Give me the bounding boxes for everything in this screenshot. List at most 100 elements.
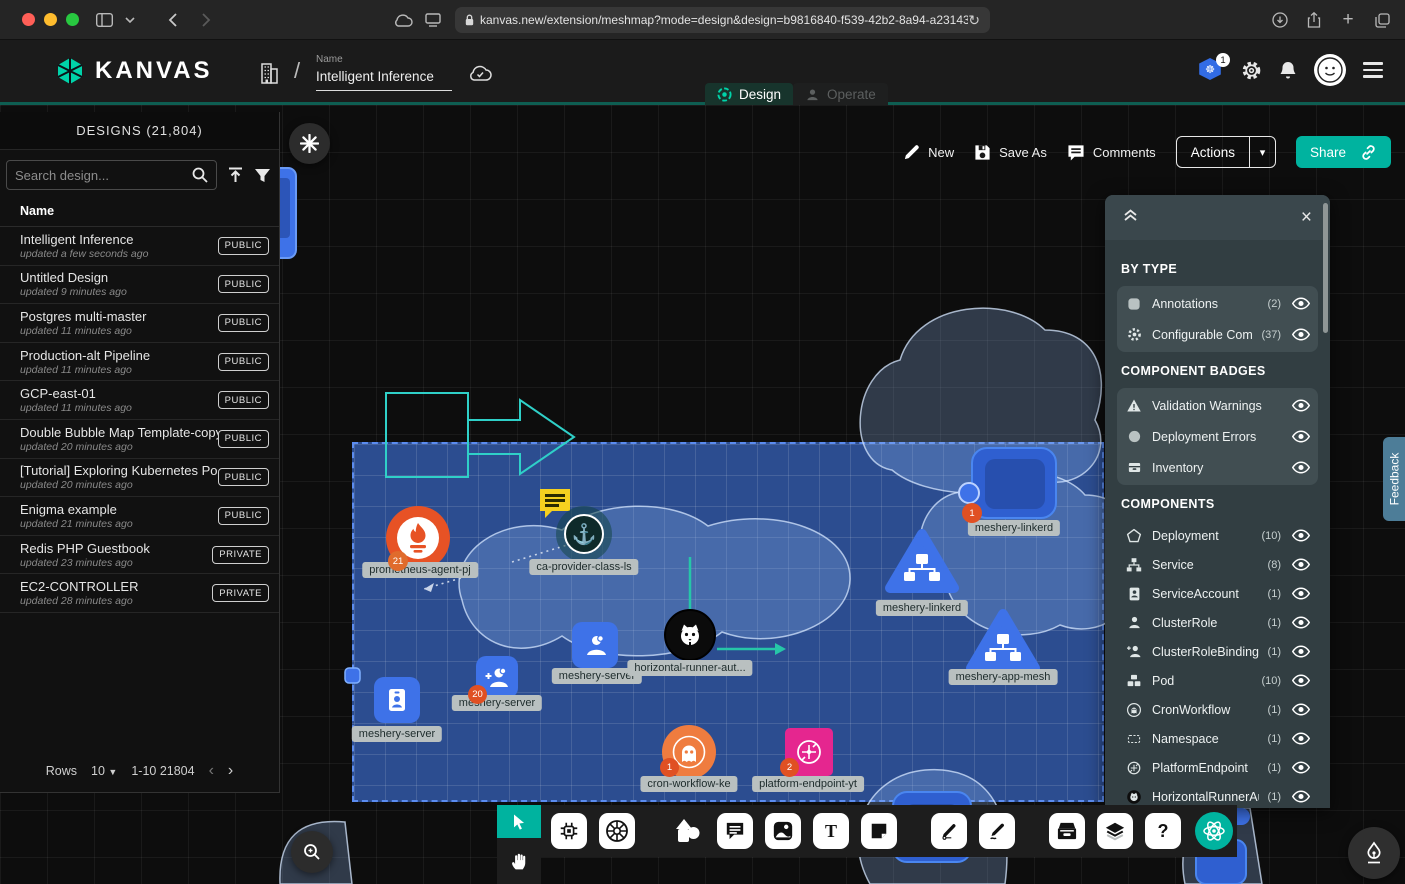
visibility-eye-icon[interactable]: [1292, 587, 1310, 600]
node-label[interactable]: ca-provider-class-ls: [529, 559, 638, 575]
layer-item-annotations[interactable]: Annotations (2): [1125, 288, 1310, 319]
design-row[interactable]: Untitled Design updated 9 minutes ago PU…: [0, 266, 279, 305]
node-label[interactable]: meshery-linkerd: [876, 600, 968, 616]
hamburger-menu-icon[interactable]: [1363, 62, 1383, 77]
close-window-button[interactable]: [22, 13, 35, 26]
close-panel-icon[interactable]: ×: [1301, 208, 1312, 227]
node-linkerd-service[interactable]: [884, 528, 960, 599]
collapse-panel-icon[interactable]: [1123, 208, 1138, 227]
visibility-eye-icon[interactable]: [1292, 399, 1310, 412]
node-linkerd-deployment[interactable]: [971, 447, 1057, 519]
user-avatar[interactable]: [1314, 54, 1346, 86]
visibility-eye-icon[interactable]: [1292, 297, 1310, 310]
node-badge[interactable]: 1: [962, 503, 982, 523]
layer-item-pod[interactable]: Pod (10): [1117, 666, 1318, 695]
reload-icon[interactable]: ↻: [968, 12, 980, 29]
filter-icon[interactable]: [254, 168, 271, 183]
pencil-tool[interactable]: [979, 813, 1015, 849]
tab-overview-icon[interactable]: [1369, 7, 1395, 33]
design-row[interactable]: Production-alt Pipeline updated 11 minut…: [0, 343, 279, 382]
share-button[interactable]: Share: [1296, 136, 1391, 168]
pen-tool[interactable]: [931, 813, 967, 849]
drawer-tool[interactable]: [1049, 813, 1085, 849]
back-button[interactable]: [159, 7, 185, 33]
previous-page-button[interactable]: ‹: [209, 762, 214, 780]
visibility-eye-icon[interactable]: [1292, 674, 1310, 687]
node-badge[interactable]: 21: [388, 551, 408, 571]
layers-tool[interactable]: [1097, 813, 1133, 849]
layer-item-cron-workflow[interactable]: CronWorkflow (1): [1117, 695, 1318, 724]
downloads-icon[interactable]: [1267, 7, 1293, 33]
layer-item-configurable[interactable]: Configurable Components (37): [1125, 319, 1310, 350]
node-label[interactable]: platform-endpoint-yt: [752, 776, 864, 792]
help-tool[interactable]: ?: [1145, 813, 1181, 849]
layer-item-deployment-errors[interactable]: Deployment Errors: [1125, 421, 1310, 452]
visibility-eye-icon[interactable]: [1292, 790, 1310, 803]
address-bar[interactable]: kanvas.new/extension/meshmap?mode=design…: [455, 7, 990, 33]
new-tab-icon[interactable]: +: [1335, 7, 1361, 33]
next-page-button[interactable]: ›: [228, 762, 233, 780]
sidebar-toggle-icon[interactable]: [91, 7, 117, 33]
comments-button[interactable]: Comments: [1067, 144, 1156, 161]
window-controls[interactable]: [22, 13, 79, 26]
zoom-window-button[interactable]: [66, 13, 79, 26]
visibility-eye-icon[interactable]: [1292, 732, 1310, 745]
visibility-eye-icon[interactable]: [1292, 328, 1310, 341]
new-button[interactable]: New: [903, 144, 954, 161]
zoom-button[interactable]: [291, 831, 333, 873]
pen-mode-button[interactable]: [1348, 827, 1400, 879]
linkerd-pod-dot[interactable]: [958, 482, 980, 504]
node-badge[interactable]: 2: [780, 758, 799, 777]
minimize-window-button[interactable]: [44, 13, 57, 26]
node-badge[interactable]: 20: [468, 685, 487, 704]
node-label[interactable]: meshery-app-mesh: [949, 669, 1058, 685]
visibility-eye-icon[interactable]: [1292, 529, 1310, 542]
node-label[interactable]: meshery-server: [352, 726, 442, 742]
visibility-eye-icon[interactable]: [1292, 703, 1310, 716]
visibility-eye-icon[interactable]: [1292, 430, 1310, 443]
comment-tool[interactable]: [717, 813, 753, 849]
snowflake-button[interactable]: [289, 123, 330, 164]
feedback-tab[interactable]: Feedback: [1383, 437, 1405, 521]
components-tool[interactable]: [551, 813, 587, 849]
node-label[interactable]: cron-workflow-ke: [640, 776, 737, 792]
design-row[interactable]: EC2-CONTROLLER updated 28 minutes ago PR…: [0, 574, 279, 613]
whiteboard-toggle[interactable]: [1191, 805, 1237, 857]
layer-item-platform-endpoint[interactable]: PlatformEndpoint (1): [1117, 753, 1318, 782]
node-label[interactable]: meshery-server: [452, 695, 542, 711]
design-row[interactable]: Redis PHP Guestbook updated 23 minutes a…: [0, 536, 279, 575]
design-row[interactable]: [Tutorial] Exploring Kubernetes Pod upda…: [0, 459, 279, 498]
visibility-eye-icon[interactable]: [1292, 645, 1310, 658]
search-design-input[interactable]: [15, 168, 192, 183]
layer-item-service-account[interactable]: ServiceAccount (1): [1117, 579, 1318, 608]
rows-per-page-select[interactable]: 10 ▼: [91, 764, 117, 778]
visibility-eye-icon[interactable]: [1292, 616, 1310, 629]
image-tool[interactable]: [765, 813, 801, 849]
kubernetes-context-badge[interactable]: ☸ 1: [1198, 58, 1224, 82]
node-label[interactable]: meshery-linkerd: [968, 520, 1060, 536]
page-settings-icon[interactable]: [420, 7, 446, 33]
search-design-box[interactable]: [6, 160, 217, 190]
name-column-header[interactable]: Name: [0, 190, 279, 227]
pan-tool[interactable]: [497, 838, 541, 884]
node-meshery-server-left[interactable]: [374, 677, 420, 723]
kanvas-logo[interactable]: KANVAS: [55, 56, 213, 86]
node-meshery-server-top[interactable]: [572, 622, 618, 668]
import-design-icon[interactable]: [227, 167, 244, 183]
node-horizontal-runner[interactable]: [664, 609, 716, 661]
visibility-eye-icon[interactable]: [1292, 761, 1310, 774]
design-row[interactable]: Double Bubble Map Template-copy updated …: [0, 420, 279, 459]
design-row[interactable]: GCP-east-01 updated 11 minutes ago PUBLI…: [0, 381, 279, 420]
kubernetes-tool[interactable]: [599, 813, 635, 849]
visibility-eye-icon[interactable]: [1292, 558, 1310, 571]
forward-button[interactable]: [193, 7, 219, 33]
layer-item-namespace[interactable]: Namespace (1): [1117, 724, 1318, 753]
text-tool[interactable]: T: [813, 813, 849, 849]
layer-item-cluster-role-binding[interactable]: ClusterRoleBinding (1): [1117, 637, 1318, 666]
visibility-eye-icon[interactable]: [1292, 461, 1310, 474]
layer-item-inventory[interactable]: Inventory: [1125, 452, 1310, 483]
node-label[interactable]: horizontal-runner-aut...: [627, 660, 752, 676]
design-name-field[interactable]: Name Intelligent Inference: [316, 54, 452, 91]
share-icon[interactable]: [1301, 7, 1327, 33]
node-ca-provider[interactable]: ⚓: [556, 506, 612, 562]
